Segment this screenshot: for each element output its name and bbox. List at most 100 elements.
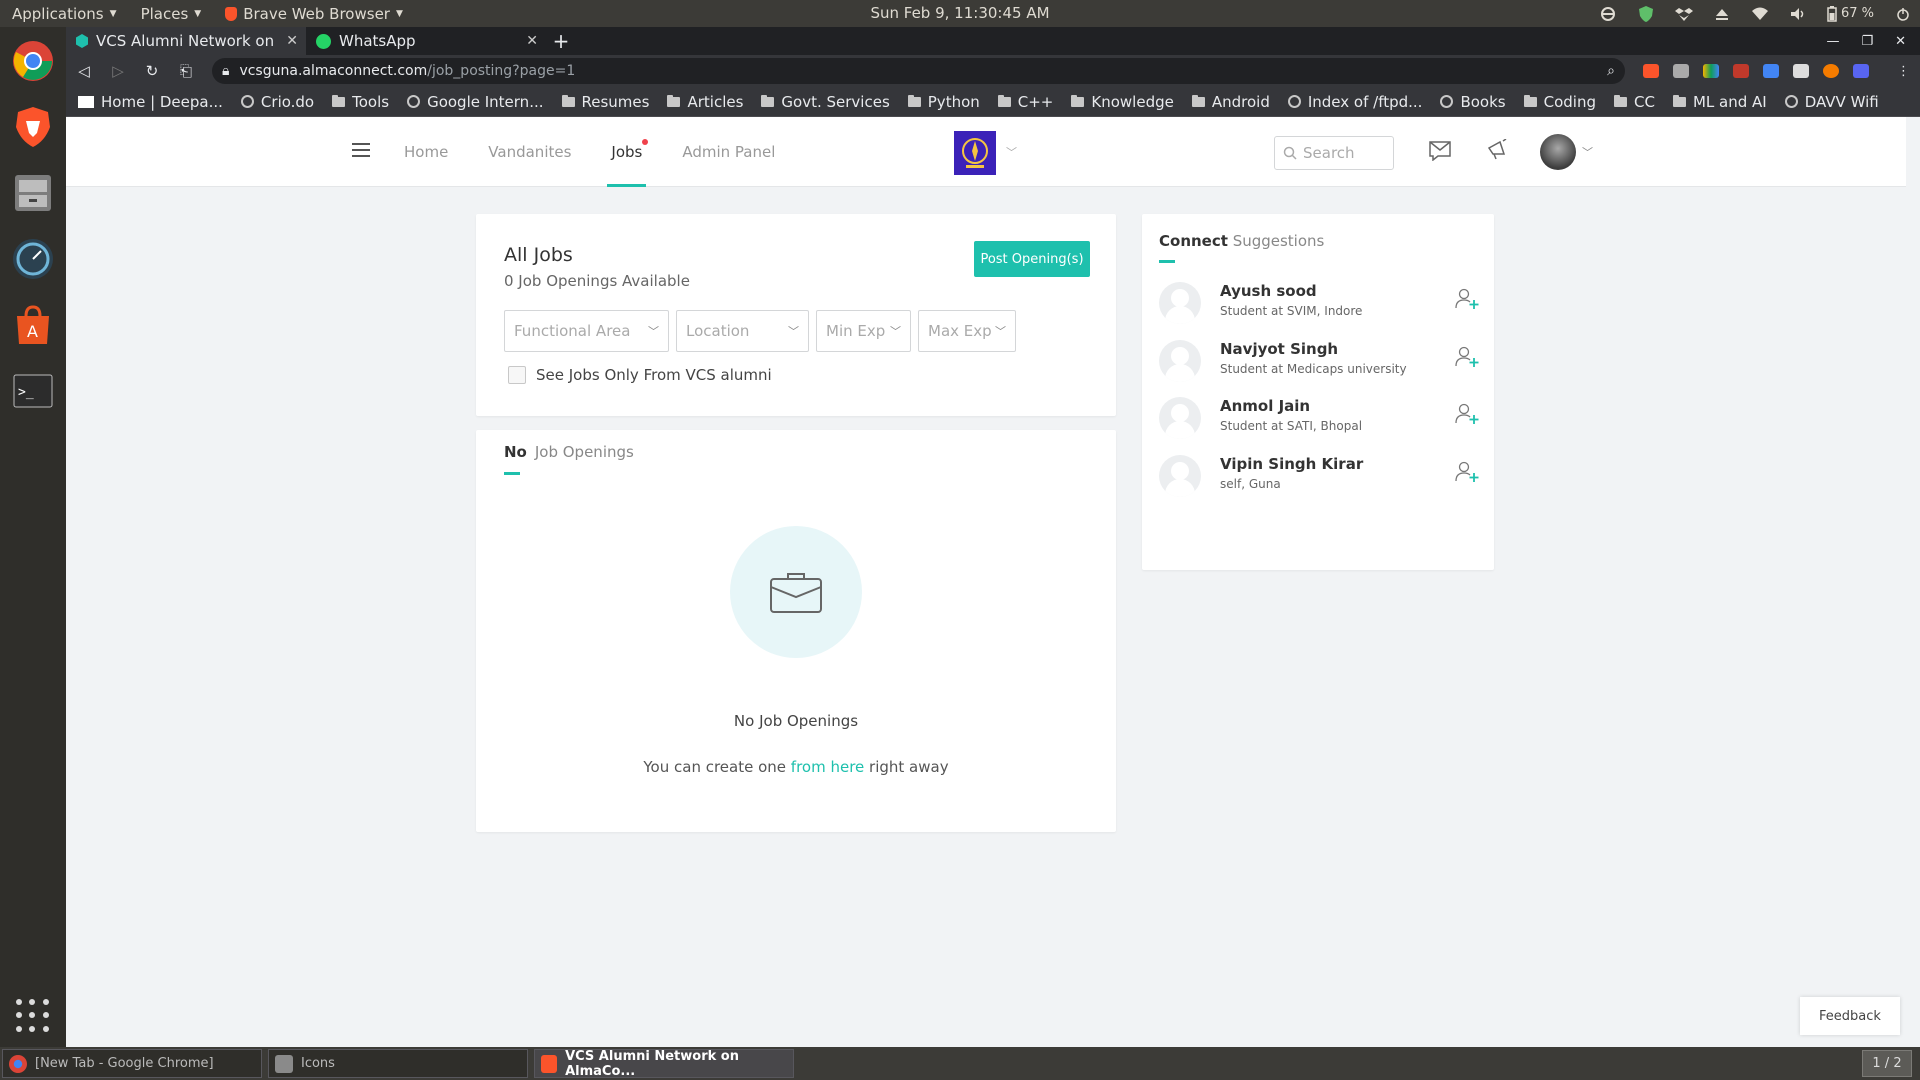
avatar[interactable] [1159,282,1201,324]
bookmark-icon[interactable]: ⎗ [178,62,194,80]
avatar[interactable] [1540,134,1576,170]
camera-icon[interactable] [1673,64,1689,78]
new-tab-button[interactable]: + [546,27,576,55]
suggestion-item: Anmol Jain Student at SATI, Bhopal [1159,395,1479,441]
bookmark-item[interactable]: Android [1191,93,1270,111]
chrome-icon[interactable] [9,37,57,85]
bookmark-item[interactable]: Index of /ftpd... [1287,93,1422,111]
shield-icon[interactable] [1637,5,1655,22]
show-applications-icon[interactable] [16,999,50,1033]
bookmark-item[interactable]: Coding [1523,93,1596,111]
megaphone-icon[interactable] [1486,139,1510,161]
brave-browser-menu[interactable]: Brave Web Browser ▼ [213,0,415,27]
post-opening-button[interactable]: Post Opening(s) [974,241,1090,277]
restore-icon[interactable]: ❐ [1861,34,1873,49]
bookmark-item[interactable]: DAVV Wifi [1784,93,1879,111]
chevron-down-icon[interactable]: ﹀ [1006,144,1017,160]
bookmark-item[interactable]: CC [1613,93,1655,111]
task-brave[interactable]: VCS Alumni Network on AlmaCo... [534,1049,794,1079]
reload-icon[interactable]: ↻ [144,62,160,80]
bookmark-item[interactable]: Resumes [561,93,649,111]
workspace-pager[interactable]: 1 / 2 [1862,1050,1912,1077]
volume-icon[interactable] [1789,6,1807,22]
close-window-icon[interactable]: ✕ [1895,34,1906,49]
create-job-link[interactable]: from here [791,758,864,776]
bookmark-item[interactable]: C++ [997,93,1053,111]
brave-shields-icon[interactable] [1643,64,1659,78]
feedback-button[interactable]: Feedback [1800,997,1900,1035]
bookmark-item[interactable]: ML and AI [1672,93,1767,111]
tab-job-openings[interactable]: No Job Openings [504,443,634,461]
power-icon[interactable] [1894,6,1912,22]
bookmark-item[interactable]: Python [907,93,980,111]
task-chrome[interactable]: [New Tab - Google Chrome] [2,1049,262,1078]
nav-vandanites[interactable]: Vandanites [488,117,571,187]
bookmark-item[interactable]: Knowledge [1071,93,1174,111]
heart-extension-icon[interactable] [1703,64,1719,78]
clock[interactable]: Sun Feb 9, 11:30:45 AM [870,4,1049,22]
menu-kebab-icon[interactable]: ⋮ [1897,64,1910,79]
functional-area-select[interactable]: Functional Area ﹀ [504,310,669,352]
vcs-alumni-checkbox[interactable] [508,366,526,384]
task-icons[interactable]: Icons [268,1049,528,1078]
hamburger-menu-icon[interactable] [352,143,370,157]
vpn-icon[interactable] [1599,6,1617,22]
checkbox-label[interactable]: See Jobs Only From VCS alumni [536,366,772,384]
suggestion-name[interactable]: Ayush sood [1220,282,1317,300]
applications-menu[interactable]: Applications ▼ [0,0,129,27]
bookmark-item[interactable]: Home | Deepa... [78,93,223,111]
wifi-icon[interactable] [1751,6,1769,22]
brave-icon[interactable] [9,103,57,151]
close-icon[interactable]: ✕ [286,33,298,49]
max-exp-select[interactable]: Max Exp ﹀ [918,310,1016,352]
bookmark-item[interactable]: Books [1440,93,1506,111]
nav-admin-panel[interactable]: Admin Panel [682,117,775,187]
add-connection-icon[interactable] [1455,403,1479,425]
add-connection-icon[interactable] [1455,461,1479,483]
messages-icon[interactable] [1428,139,1452,161]
min-exp-select[interactable]: Min Exp ﹀ [816,310,911,352]
stacer-icon[interactable] [9,235,57,283]
battery-indicator[interactable]: 67 % [1827,5,1874,22]
avatar[interactable] [1159,339,1201,382]
chevron-down-icon[interactable]: ﹀ [1582,144,1593,160]
address-bar[interactable]: 🔒︎ vcsguna.almaconnect.com/job_posting?p… [212,58,1625,84]
bookmark-item[interactable]: Crio.do [240,93,314,111]
add-connection-icon[interactable] [1455,346,1479,368]
eject-icon[interactable] [1713,6,1731,22]
terminal-icon[interactable]: >_ [9,367,57,415]
search-input[interactable]: Search [1274,136,1394,170]
bookmark-item[interactable]: Google Intern... [407,93,544,111]
suggestion-name[interactable]: Vipin Singh Kirar [1220,455,1363,473]
forward-icon[interactable]: ▷ [110,62,126,80]
tab-whatsapp[interactable]: WhatsApp ✕ [306,27,546,55]
places-menu[interactable]: Places ▼ [129,0,214,27]
orange-extension-icon[interactable] [1823,64,1839,78]
close-icon[interactable]: ✕ [526,33,538,49]
nav-jobs[interactable]: Jobs [607,117,649,187]
minimize-icon[interactable]: — [1826,34,1839,49]
tab-vcs-alumni[interactable]: VCS Alumni Network on Al ✕ [66,27,306,55]
back-icon[interactable]: ◁ [76,62,92,80]
location-select[interactable]: Location ﹀ [676,310,809,352]
purple-extension-icon[interactable] [1853,64,1869,78]
bookmark-item[interactable]: Tools [332,93,389,111]
zoom-icon[interactable]: ⌕ [1607,63,1615,79]
translate-icon[interactable] [1763,64,1779,78]
file-cabinet-icon[interactable] [9,169,57,217]
avatar[interactable] [1159,454,1201,497]
dropbox-icon[interactable] [1674,6,1693,22]
add-connection-icon[interactable] [1455,288,1479,310]
almaconnect-favicon-icon [76,34,88,48]
pen-extension-icon[interactable] [1793,64,1809,78]
avatar[interactable] [1159,397,1201,439]
suggestion-name[interactable]: Anmol Jain [1220,397,1310,415]
red-extension-icon[interactable] [1733,64,1749,78]
bookmark-item[interactable]: Govt. Services [761,93,890,111]
suggestion-name[interactable]: Navjyot Singh [1220,340,1338,358]
folder-icon [761,94,775,107]
site-logo[interactable] [954,131,996,175]
software-center-icon[interactable]: A [9,301,57,349]
nav-home[interactable]: Home [404,117,448,187]
bookmark-item[interactable]: Articles [667,93,743,111]
